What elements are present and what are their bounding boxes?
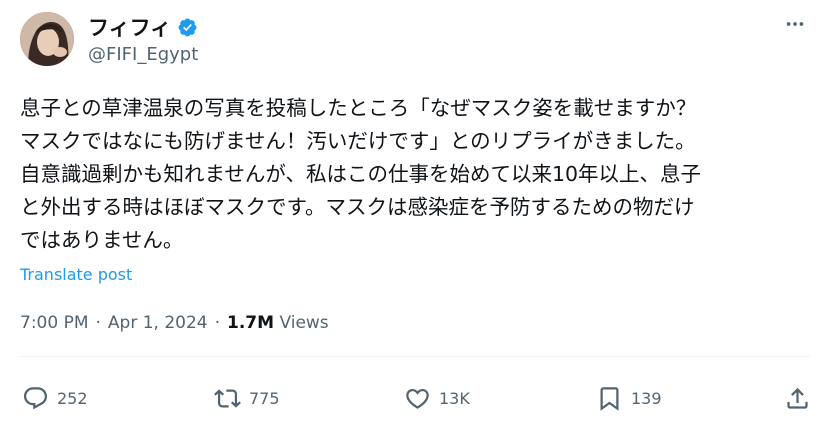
views-count: 1.7M xyxy=(227,313,275,333)
repost-button[interactable]: 775 xyxy=(214,380,280,416)
tweet-text: 息子との草津温泉の写真を投稿したところ「なぜマスク姿を載せますか？ マスクではな… xyxy=(20,96,702,252)
share-button[interactable] xyxy=(784,380,811,416)
tweet-meta: 7:00 PM · Apr 1, 2024 · 1.7M Views xyxy=(20,313,329,333)
author-block: フィフィ @FIFI_Egypt xyxy=(88,14,198,65)
reply-icon xyxy=(23,386,48,409)
action-bar: 252 775 13K 139 xyxy=(22,380,814,416)
translate-link[interactable]: Translate post xyxy=(20,265,132,284)
verified-badge-icon xyxy=(177,17,198,38)
tweet: フィフィ @FIFI_Egypt 息子との草津温泉の写真を投稿したところ「なぜマ… xyxy=(0,0,830,436)
meta-separator: · xyxy=(214,313,221,333)
more-button[interactable] xyxy=(778,12,812,36)
reply-button[interactable]: 252 xyxy=(22,380,88,416)
tweet-time[interactable]: 7:00 PM xyxy=(20,313,89,333)
divider xyxy=(20,356,810,357)
handle[interactable]: @FIFI_Egypt xyxy=(88,44,198,65)
name-row: フィフィ xyxy=(88,14,198,40)
views-label: Views xyxy=(279,313,329,333)
repost-count: 775 xyxy=(249,388,280,408)
avatar[interactable] xyxy=(20,12,74,66)
tweet-date[interactable]: Apr 1, 2024 xyxy=(108,313,208,333)
views: 1.7M Views xyxy=(227,313,329,333)
like-count: 13K xyxy=(439,388,470,408)
avatar-image xyxy=(20,12,74,66)
display-name[interactable]: フィフィ xyxy=(88,12,171,42)
repost-icon xyxy=(214,388,241,408)
share-icon xyxy=(787,387,808,409)
bookmark-icon xyxy=(600,386,619,411)
more-icon xyxy=(786,22,804,26)
meta-separator: · xyxy=(95,313,101,333)
bookmark-count: 139 xyxy=(631,388,662,408)
reply-count: 252 xyxy=(57,388,88,408)
bookmark-button[interactable]: 139 xyxy=(596,380,662,416)
like-button[interactable]: 13K xyxy=(404,380,470,416)
like-icon xyxy=(406,388,429,409)
